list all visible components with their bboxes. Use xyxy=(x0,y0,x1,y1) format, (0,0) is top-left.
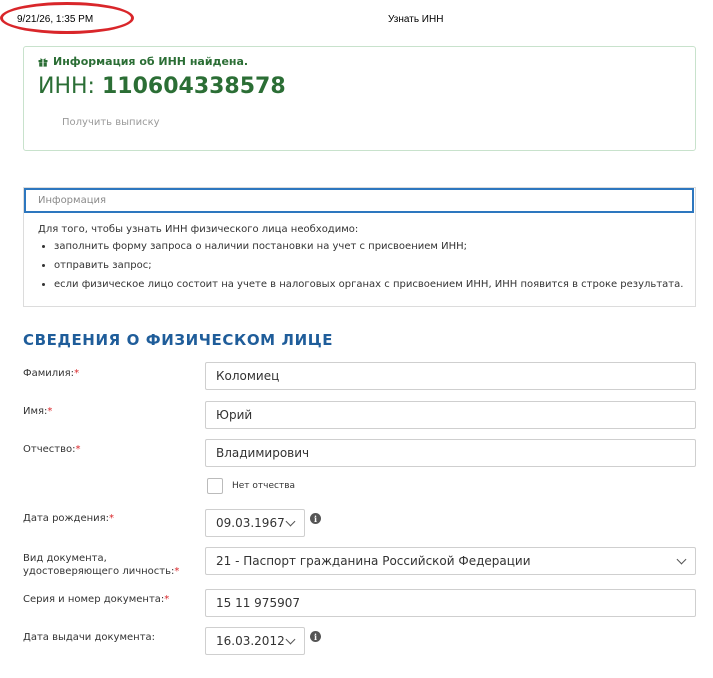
no-patronymic-checkbox[interactable] xyxy=(207,478,223,494)
patronymic-label: Отчество:* xyxy=(23,444,81,455)
inn-display: ИНН: 110604338578 xyxy=(38,74,286,99)
name-input[interactable]: Юрий xyxy=(205,401,696,429)
required-mark: * xyxy=(174,566,180,577)
birth-date-label: Дата рождения:* xyxy=(23,513,115,524)
list-item: если физическое лицо состоит на учете в … xyxy=(54,278,683,297)
info-tab-label: Информация xyxy=(38,195,107,206)
info-panel-header[interactable] xyxy=(24,188,694,213)
print-date: 9/21/26, 1:35 PM xyxy=(17,14,94,25)
inn-value: 110604338578 xyxy=(101,74,286,99)
page-title: Узнать ИНН xyxy=(388,14,444,25)
section-title: СВЕДЕНИЯ О ФИЗИЧЕСКОМ ЛИЦЕ xyxy=(23,331,334,349)
doc-number-input[interactable]: 15 11 975907 xyxy=(205,589,696,617)
required-mark: * xyxy=(74,368,80,379)
chevron-down-icon xyxy=(285,516,296,526)
no-patronymic-label: Нет отчества xyxy=(232,481,296,491)
result-header: Информация об ИНН найдена. xyxy=(38,55,248,68)
issue-date-label: Дата выдачи документа: xyxy=(23,632,156,643)
required-mark: * xyxy=(164,594,170,605)
doc-type-select[interactable]: 21 - Паспорт гражданина Российской Федер… xyxy=(205,547,696,575)
required-mark: * xyxy=(47,406,53,417)
info-intro: Для того, чтобы узнать ИНН физического л… xyxy=(38,224,359,235)
birth-date-select[interactable]: 09.03.1967 xyxy=(205,509,305,537)
chevron-down-icon xyxy=(285,634,296,644)
inn-label: ИНН: xyxy=(38,74,95,99)
gift-icon xyxy=(38,57,48,67)
required-mark: * xyxy=(109,513,115,524)
name-label: Имя:* xyxy=(23,406,53,417)
issue-date-value: 16.03.2012 xyxy=(216,634,285,648)
issue-date-select[interactable]: 16.03.2012 xyxy=(205,627,305,655)
surname-label: Фамилия:* xyxy=(23,368,80,379)
info-icon[interactable]: i xyxy=(310,513,321,524)
found-message: Информация об ИНН найдена. xyxy=(53,55,249,68)
get-extract-link[interactable]: Получить выписку xyxy=(62,117,160,128)
required-mark: * xyxy=(75,444,81,455)
chevron-down-icon xyxy=(676,554,687,564)
info-steps: заполнить форму запроса о наличии постан… xyxy=(24,240,683,297)
patronymic-input[interactable]: Владимирович xyxy=(205,439,696,467)
info-icon[interactable]: i xyxy=(310,631,321,642)
doc-number-label: Серия и номер документа:* xyxy=(23,594,170,605)
list-item: отправить запрос; xyxy=(54,259,683,278)
surname-input[interactable]: Коломиец xyxy=(205,362,696,390)
doc-type-value: 21 - Паспорт гражданина Российской Федер… xyxy=(216,554,531,568)
doc-type-label: Вид документа, удостоверяющего личность:… xyxy=(23,553,180,577)
list-item: заполнить форму запроса о наличии постан… xyxy=(54,240,683,259)
birth-date-value: 09.03.1967 xyxy=(216,516,285,530)
